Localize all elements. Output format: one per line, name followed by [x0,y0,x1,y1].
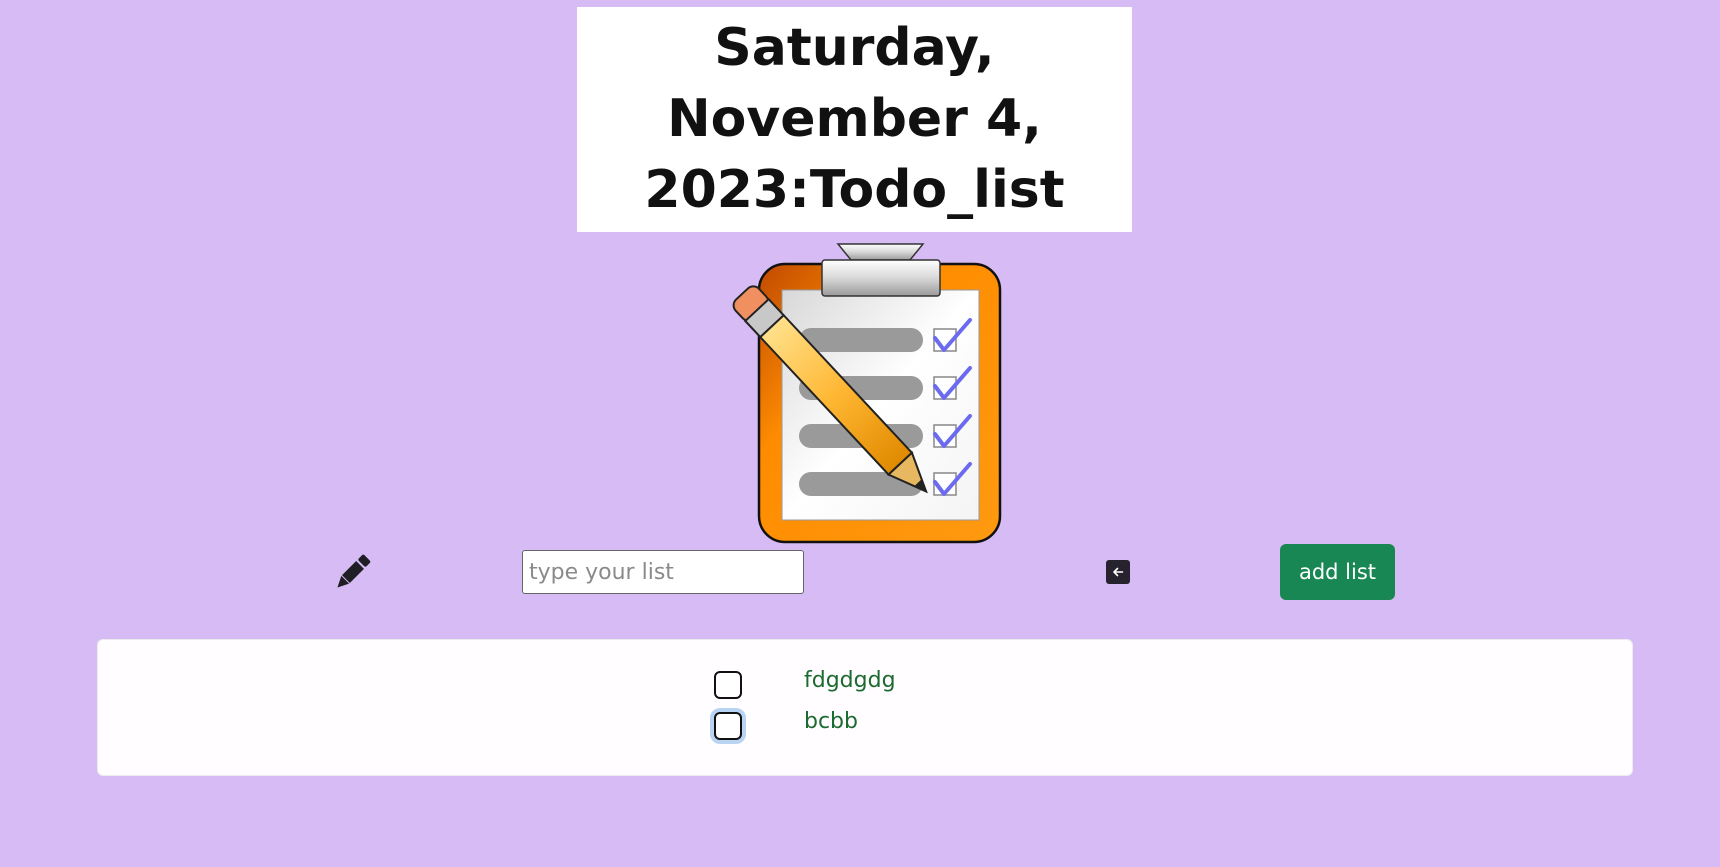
item-text: fdgdgdg [804,668,896,693]
list-item: bcbb [98,706,1632,744]
title-box: Saturday, November 4, 2023:Todo_list [577,7,1132,232]
arrow-left-icon[interactable] [1106,560,1130,584]
item-text: bcbb [804,709,858,734]
item-checkbox[interactable] [714,712,742,740]
item-checkbox[interactable] [714,671,742,699]
todo-list: fdgdgdg bcbb [97,639,1633,776]
todo-input[interactable] [522,550,804,594]
list-item: fdgdgdg [98,665,1632,703]
page-title: Saturday, November 4, 2023:Todo_list [644,18,1065,220]
pencil-icon [337,554,371,588]
clipboard-checklist-icon [732,243,1002,544]
add-list-button[interactable]: add list [1280,544,1395,600]
